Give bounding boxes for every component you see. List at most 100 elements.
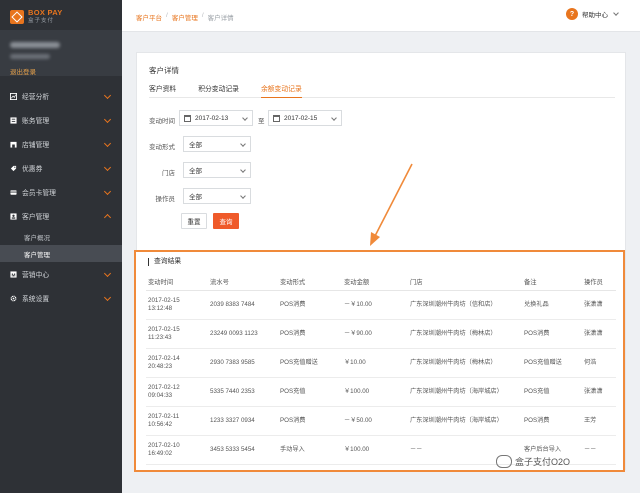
- cell-amount: －￥10.00: [342, 290, 408, 320]
- operator-select[interactable]: 全部: [183, 188, 251, 204]
- sidebar-item-label: 店铺管理: [22, 142, 50, 149]
- page-title: 客户详情: [149, 66, 179, 75]
- balance-history-table: 变动时间 流水号 变动形式 变动金额 门店 备注 操作员 2017-02-15 …: [146, 272, 616, 465]
- reset-button[interactable]: 重置: [181, 213, 207, 229]
- chevron-down-icon: [103, 293, 112, 302]
- cell-type: POS消费: [278, 406, 342, 436]
- cell-amount: －￥90.00: [342, 319, 408, 349]
- sidebar-item-label: 优惠券: [22, 166, 43, 173]
- chevron-down-icon: [240, 167, 246, 173]
- sidebar-item-label: 会员卡管理: [22, 190, 56, 197]
- top-bar: 客户平台 / 客户管理 / 客户详情 ? 帮助中心: [122, 0, 640, 32]
- date-from-picker[interactable]: 2017-02-13: [179, 110, 253, 126]
- watermark: 盒子支付O2O: [496, 455, 570, 468]
- query-button[interactable]: 查询: [213, 213, 239, 229]
- sidebar-item-accounts[interactable]: 账务管理: [0, 108, 122, 132]
- tab-points-history[interactable]: 积分变动记录: [198, 83, 239, 97]
- tab-balance-history[interactable]: 余额变动记录: [260, 83, 302, 98]
- user-sub-redacted: [10, 54, 50, 59]
- store-value: 全部: [189, 168, 202, 175]
- wechat-icon: [496, 455, 512, 468]
- calendar-icon: [273, 114, 280, 122]
- chevron-down-icon: [613, 10, 619, 16]
- cell-serial: 3453 5333 5454: [208, 435, 278, 465]
- cell-note: POS充值赠送: [522, 348, 582, 378]
- sidebar-item-analytics[interactable]: 经营分析: [0, 84, 122, 108]
- column-header-note: 备注: [522, 272, 582, 291]
- chevron-down-icon: [103, 187, 112, 196]
- cell-note: POS消费: [522, 319, 582, 349]
- cell-store: 广东深圳潮州牛肉坊（信和店）: [408, 290, 522, 320]
- sidebar-item-label: 系统设置: [22, 296, 50, 303]
- sidebar-item-label: 经营分析: [22, 94, 50, 101]
- cell-store: 广东深圳潮州牛肉坊（海岸城店）: [408, 377, 522, 407]
- calendar-icon: [184, 114, 191, 122]
- breadcrumb-customer-management[interactable]: 客户管理: [172, 12, 198, 22]
- chevron-down-icon: [103, 91, 112, 100]
- operator-label: 操作员: [155, 196, 176, 203]
- breadcrumb-separator: /: [201, 12, 204, 19]
- chevron-up-icon: [103, 213, 112, 222]
- table-header-row: 变动时间 流水号 变动形式 变动金额 门店 备注 操作员: [146, 272, 616, 291]
- breadcrumb-customer-platform[interactable]: 客户平台: [136, 12, 162, 22]
- cell-amount: ￥100.00: [342, 435, 408, 465]
- chevron-down-icon: [240, 193, 246, 199]
- change-time-label: 变动时间: [149, 118, 175, 125]
- sidebar-item-settings[interactable]: 系统设置: [0, 286, 122, 310]
- sidebar-item-customers[interactable]: 客户管理: [0, 204, 122, 228]
- sidebar-item-member-cards[interactable]: 会员卡管理: [0, 180, 122, 204]
- cell-type: POS充值赠送: [278, 348, 342, 378]
- sidebar-item-stores[interactable]: 店铺管理: [0, 132, 122, 156]
- breadcrumb: 客户平台 / 客户管理 / 客户详情: [136, 12, 234, 22]
- cell-serial: 5335 7440 2353: [208, 377, 278, 407]
- change-type-label: 变动形式: [149, 144, 175, 151]
- cell-type: 手动导入: [278, 435, 342, 465]
- cell-operator: 张潇潇: [582, 377, 616, 407]
- store-label: 门店: [162, 170, 175, 177]
- cell-note: POS消费: [522, 406, 582, 436]
- cell-amount: ￥100.00: [342, 377, 408, 407]
- operator-value: 全部: [189, 194, 202, 201]
- sidebar-item-label: 账务管理: [22, 118, 50, 125]
- logout-link[interactable]: 退出登录: [10, 66, 36, 76]
- user-info: 退出登录: [0, 30, 122, 76]
- cell-time: 2017-02-15 13:12:48: [146, 290, 208, 320]
- sidebar-item-marketing[interactable]: M 营销中心: [0, 262, 122, 286]
- breadcrumb-customer-detail: 客户详情: [207, 15, 234, 22]
- table-row: 2017-02-15 11:23:43 23249 0093 1123 POS消…: [146, 319, 616, 349]
- cell-time: 2017-02-15 11:23:43: [146, 319, 208, 349]
- column-header-type: 变动形式: [278, 272, 342, 291]
- cell-store: 广东深圳潮州牛肉坊（梅林店）: [408, 319, 522, 349]
- sidebar-subitem-customer-management[interactable]: 客户管理: [0, 245, 122, 262]
- cell-store: 广东深圳潮州牛肉坊（梅林店）: [408, 348, 522, 378]
- cell-amount: －￥50.00: [342, 406, 408, 436]
- logo-main-text: BOX PAY: [28, 8, 63, 17]
- boxpay-logo-icon: [10, 10, 24, 24]
- tab-customer-profile[interactable]: 客户资料: [149, 83, 176, 97]
- sidebar-subitem-customer-overview[interactable]: 客户概况: [0, 228, 122, 245]
- sidebar-item-coupons[interactable]: 优惠券: [0, 156, 122, 180]
- cell-serial: 1233 3327 0934: [208, 406, 278, 436]
- store-select[interactable]: 全部: [183, 162, 251, 178]
- cell-type: POS充值: [278, 377, 342, 407]
- card-icon: [10, 189, 17, 195]
- help-center-button[interactable]: ? 帮助中心: [566, 8, 619, 20]
- cell-serial: 2039 8383 7484: [208, 290, 278, 320]
- chevron-down-icon: [242, 115, 248, 121]
- coupon-icon: [10, 165, 17, 171]
- sidebar-item-label: 客户管理: [22, 214, 50, 221]
- change-type-select[interactable]: 全部: [183, 136, 251, 152]
- chevron-down-icon: [103, 269, 112, 278]
- cell-time: 2017-02-11 10:56:42: [146, 406, 208, 436]
- cell-operator: 王芳: [582, 406, 616, 436]
- cell-serial: 2930 7383 9585: [208, 348, 278, 378]
- table-row: 2017-02-12 09:04:33 5335 7440 2353 POS充值…: [146, 377, 616, 407]
- sidebar-item-label: 营销中心: [22, 272, 50, 279]
- table-row: 2017-02-15 13:12:48 2039 8383 7484 POS消费…: [146, 290, 616, 320]
- table-row: 2017-02-11 10:56:42 1233 3327 0934 POS消费…: [146, 406, 616, 436]
- chevron-down-icon: [103, 163, 112, 172]
- brand-logo[interactable]: BOX PAY 盒子支付: [10, 6, 112, 28]
- user-name-redacted: [10, 42, 60, 48]
- date-to-picker[interactable]: 2017-02-15: [268, 110, 342, 126]
- customer-icon: [10, 212, 17, 220]
